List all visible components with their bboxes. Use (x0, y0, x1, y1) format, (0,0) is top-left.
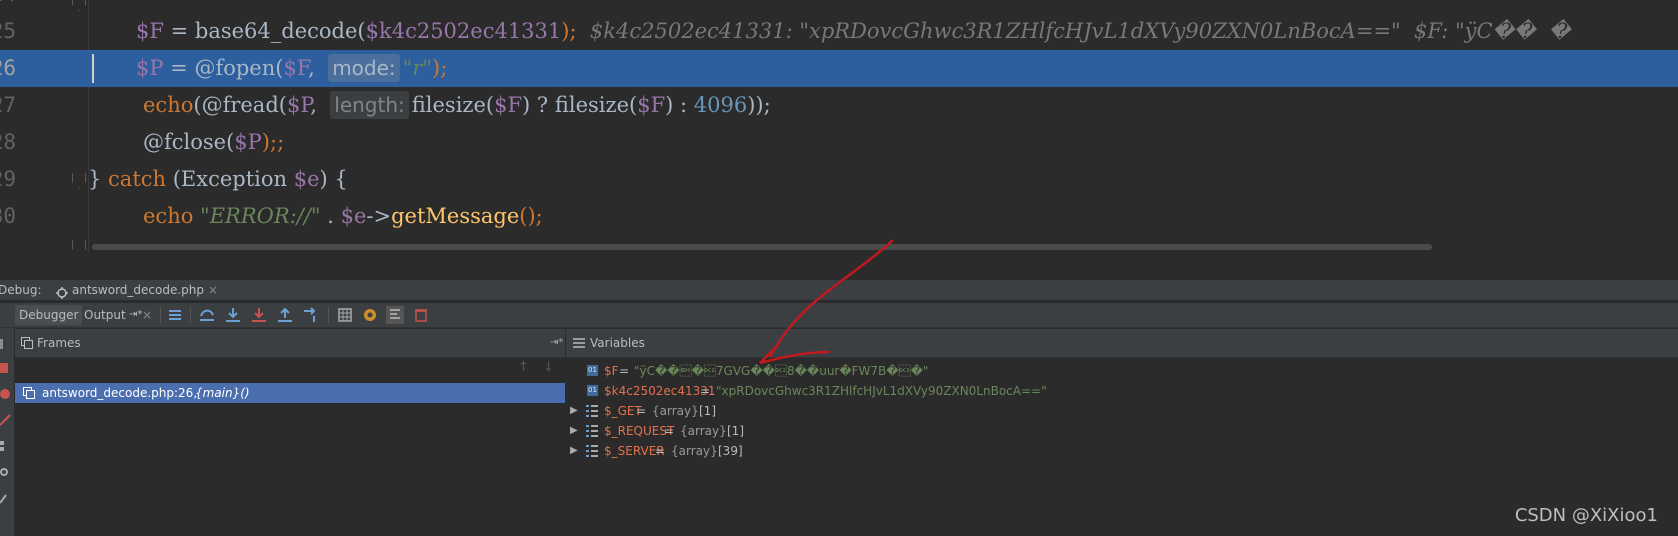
annotation-arrow (759, 239, 894, 365)
watermark: CSDN @XiXioo1 (1514, 505, 1658, 526)
